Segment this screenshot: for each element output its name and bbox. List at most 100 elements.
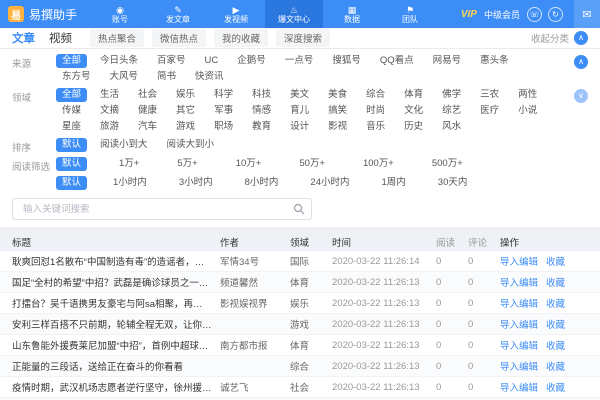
sort-option[interactable]: 阅读小到大 <box>94 138 154 152</box>
import-edit-link[interactable]: 导入编辑 <box>500 380 538 394</box>
app-logo[interactable]: 易 易撰助手 <box>0 0 85 28</box>
reads-option[interactable]: 100万+ <box>357 157 400 171</box>
field-option[interactable]: 教育 <box>246 120 277 134</box>
field-option[interactable]: 文化 <box>398 104 429 118</box>
time-option[interactable]: 默认 <box>56 176 87 190</box>
article-title[interactable]: 安利三样百搭不只前期，轮辅全程无双，让你游戏体验拉满 <box>12 317 220 331</box>
favorite-link[interactable]: 收藏 <box>546 317 565 331</box>
reads-option[interactable]: 500万+ <box>426 157 469 171</box>
source-option[interactable]: 快资讯 <box>189 70 230 84</box>
field-option[interactable]: 小说 <box>512 104 543 118</box>
time-option[interactable]: 1小时内 <box>107 176 153 190</box>
field-option[interactable]: 综艺 <box>436 104 467 118</box>
field-option[interactable]: 体育 <box>398 88 429 102</box>
import-edit-link[interactable]: 导入编辑 <box>500 275 538 289</box>
field-option[interactable]: 文摘 <box>94 104 125 118</box>
source-option[interactable]: 简书 <box>151 70 182 84</box>
article-title[interactable]: 打擂台？吴千语携男友豪宅与阿sa相聚，再晒豪门阔太下午茶精致生活 <box>12 296 220 310</box>
content-tab[interactable]: 文章 <box>12 30 35 46</box>
field-option[interactable]: 医疗 <box>474 104 505 118</box>
favorite-link[interactable]: 收藏 <box>546 254 565 268</box>
article-title[interactable]: 国足“全村的希望”中招？武磊是确诊球员之一？回应：等待辟谣 <box>12 275 220 289</box>
field-option[interactable]: 全部 <box>56 88 87 102</box>
field-option[interactable]: 美食 <box>322 88 353 102</box>
time-option[interactable]: 1周内 <box>375 176 411 190</box>
membership-level[interactable]: 中级会员 <box>484 8 520 21</box>
favorite-link[interactable]: 收藏 <box>546 275 565 289</box>
field-option[interactable]: 佛学 <box>436 88 467 102</box>
field-option[interactable]: 科学 <box>208 88 239 102</box>
field-option[interactable]: 影视 <box>322 120 353 134</box>
source-option[interactable]: 今日头条 <box>94 54 144 68</box>
sort-option[interactable]: 默认 <box>56 138 87 152</box>
source-option[interactable]: QQ看点 <box>374 54 420 68</box>
field-option[interactable]: 美文 <box>284 88 315 102</box>
field-option[interactable]: 其它 <box>170 104 201 118</box>
source-option[interactable]: 网易号 <box>427 54 468 68</box>
reads-option[interactable]: 默认 <box>56 157 87 171</box>
field-collapse-button[interactable]: ∨ <box>574 89 588 103</box>
nav-item[interactable]: ✎ 发文章 <box>149 0 207 28</box>
field-option[interactable]: 情感 <box>246 104 277 118</box>
field-option[interactable]: 社会 <box>132 88 163 102</box>
field-option[interactable]: 育儿 <box>284 104 315 118</box>
favorite-link[interactable]: 收藏 <box>546 338 565 352</box>
field-option[interactable]: 旅游 <box>94 120 125 134</box>
article-title[interactable]: 耿爽回怼1名散布“中国制造有毒”的造谣者，就得这么干 <box>12 254 220 268</box>
source-option[interactable]: 惠头条 <box>474 54 515 68</box>
search-input[interactable] <box>12 198 312 220</box>
source-option[interactable]: UC <box>199 54 225 68</box>
customer-service-icon[interactable]: ☏ <box>527 7 542 22</box>
import-edit-link[interactable]: 导入编辑 <box>500 254 538 268</box>
import-edit-link[interactable]: 导入编辑 <box>500 317 538 331</box>
time-option[interactable]: 3小时内 <box>173 176 219 190</box>
vip-badge[interactable]: VIP <box>461 9 477 20</box>
collapse-categories[interactable]: 收起分类 ∧ <box>531 31 588 45</box>
nav-item[interactable]: ▦ 数据 <box>323 0 381 28</box>
source-option[interactable]: 企鹅号 <box>231 54 272 68</box>
refresh-icon[interactable]: ↻ <box>548 7 563 22</box>
source-option[interactable]: 东方号 <box>56 70 97 84</box>
favorite-link[interactable]: 收藏 <box>546 359 565 373</box>
field-option[interactable]: 星座 <box>56 120 87 134</box>
field-option[interactable]: 游戏 <box>170 120 201 134</box>
field-option[interactable]: 生活 <box>94 88 125 102</box>
field-option[interactable]: 汽车 <box>132 120 163 134</box>
field-option[interactable]: 三农 <box>474 88 505 102</box>
field-option[interactable]: 设计 <box>284 120 315 134</box>
article-title[interactable]: 正能量的三段话，送给正在奋斗的你看看 <box>12 359 220 373</box>
field-option[interactable]: 搞笑 <box>322 104 353 118</box>
field-option[interactable]: 职场 <box>208 120 239 134</box>
article-title[interactable]: 山东鲁能外援费莱尼加盟“中招”，首例中超球员确诊感染新冠 <box>12 338 220 352</box>
favorite-link[interactable]: 收藏 <box>546 296 565 310</box>
field-option[interactable]: 风水 <box>436 120 467 134</box>
nav-item[interactable]: ♨ 爆文中心 <box>265 0 323 28</box>
field-option[interactable]: 传媒 <box>56 104 87 118</box>
import-edit-link[interactable]: 导入编辑 <box>500 296 538 310</box>
nav-item[interactable]: ⚑ 团队 <box>381 0 439 28</box>
article-title[interactable]: 疫情时期，武汉机场志愿者逆行坚守，徐州援汉白衣天使凯旋 <box>12 380 220 394</box>
message-corner-button[interactable]: ✉ <box>574 0 600 28</box>
favorite-link[interactable]: 收藏 <box>546 380 565 394</box>
source-option[interactable]: 一点号 <box>279 54 320 68</box>
field-option[interactable]: 科技 <box>246 88 277 102</box>
subheader-link[interactable]: 微信热点 <box>152 29 206 47</box>
sort-option[interactable]: 阅读大到小 <box>161 138 221 152</box>
field-option[interactable]: 健康 <box>132 104 163 118</box>
reads-option[interactable]: 10万+ <box>230 157 268 171</box>
source-option[interactable]: 搜狐号 <box>326 54 367 68</box>
search-icon[interactable] <box>293 203 305 215</box>
source-option[interactable]: 全部 <box>56 54 87 68</box>
subheader-link[interactable]: 我的收藏 <box>214 29 268 47</box>
import-edit-link[interactable]: 导入编辑 <box>500 338 538 352</box>
reads-option[interactable]: 5万+ <box>171 157 203 171</box>
subheader-link[interactable]: 深度搜索 <box>276 29 330 47</box>
reads-option[interactable]: 50万+ <box>293 157 331 171</box>
field-option[interactable]: 两性 <box>512 88 543 102</box>
content-tab[interactable]: 视频 <box>49 30 72 46</box>
nav-item[interactable]: ◉ 账号 <box>91 0 149 28</box>
time-option[interactable]: 24小时内 <box>304 176 355 190</box>
source-collapse-button[interactable]: ∧ <box>574 55 588 69</box>
source-option[interactable]: 大风号 <box>104 70 145 84</box>
field-option[interactable]: 综合 <box>360 88 391 102</box>
